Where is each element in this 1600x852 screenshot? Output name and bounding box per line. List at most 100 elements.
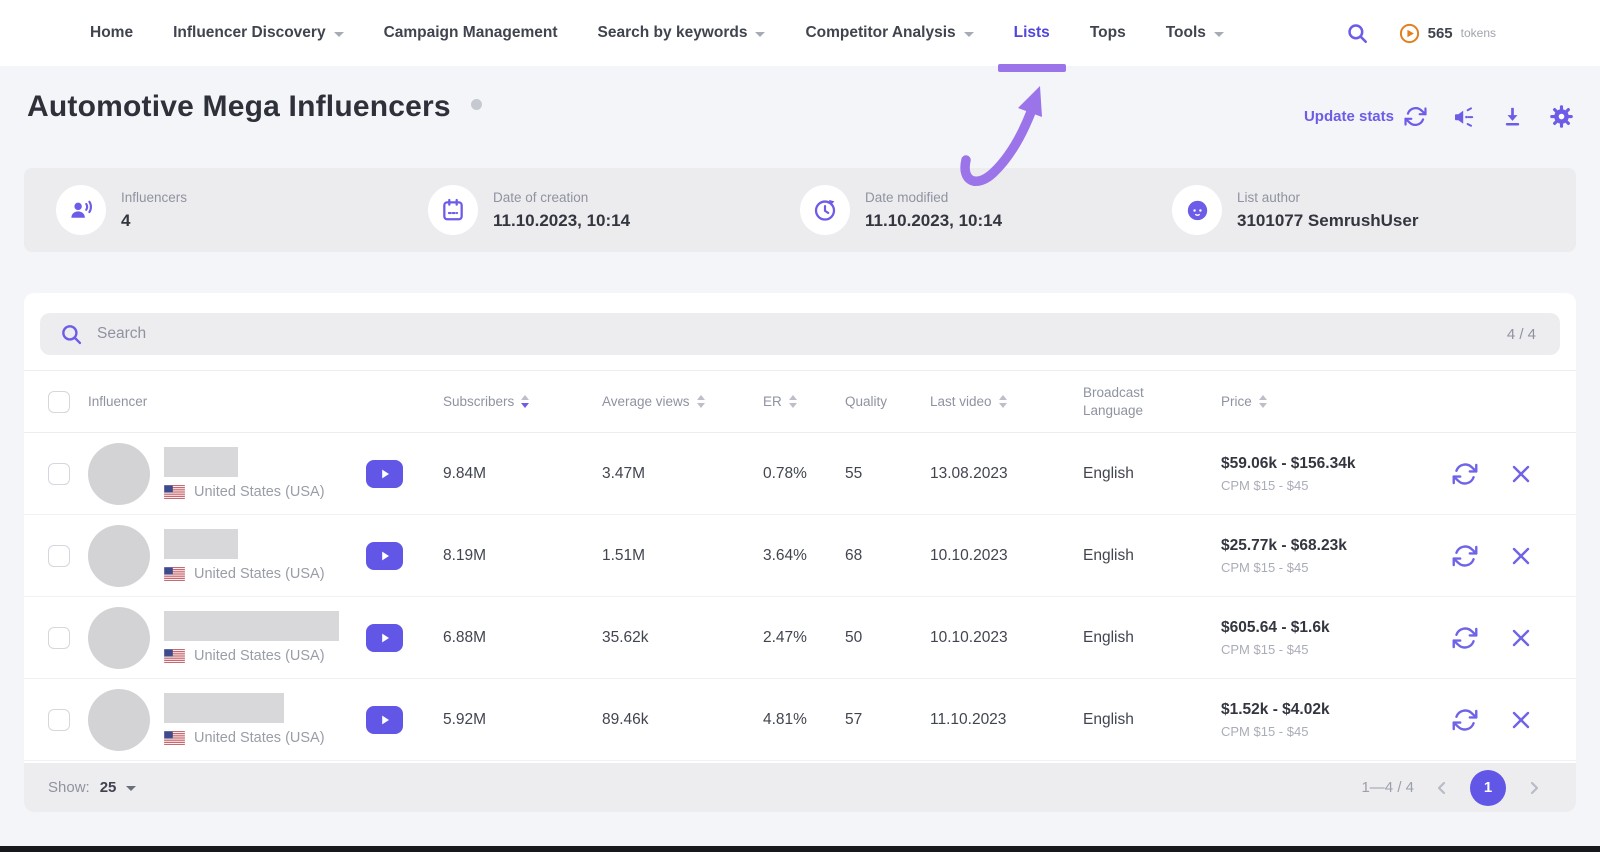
youtube-play-button[interactable] <box>366 542 403 570</box>
column-er-sort[interactable]: ER <box>763 394 845 409</box>
last-video-value: 13.08.2023 <box>930 465 1083 483</box>
youtube-play-button[interactable] <box>366 706 403 734</box>
row-refresh-icon[interactable] <box>1452 461 1478 487</box>
influencer-name-redacted <box>164 529 238 559</box>
influencer-country: United States (USA) <box>194 566 325 582</box>
nav-item-competitor-analysis[interactable]: Competitor Analysis <box>805 24 973 42</box>
quality-value: 55 <box>845 465 930 483</box>
last-video-value: 10.10.2023 <box>930 629 1083 647</box>
token-icon <box>1399 23 1420 44</box>
summary-date-modified: Date modified 11.10.2023, 10:14 <box>800 185 1172 235</box>
average-views-value: 89.46k <box>602 711 763 729</box>
influencer-name-redacted <box>164 447 238 477</box>
youtube-play-button[interactable] <box>366 624 403 652</box>
column-broadcast-language: Broadcast Language <box>1083 384 1221 419</box>
nav-item-lists[interactable]: Lists <box>1014 24 1050 42</box>
select-all-checkbox[interactable] <box>48 391 70 413</box>
page-title: Automotive Mega Influencers <box>27 90 482 124</box>
column-price-sort[interactable]: Price <box>1221 394 1404 409</box>
row-refresh-icon[interactable] <box>1452 707 1478 733</box>
search-result-counter: 4 / 4 <box>1507 326 1536 343</box>
quality-value: 57 <box>845 711 930 729</box>
influencer-country: United States (USA) <box>194 484 325 500</box>
cpm-value: CPM $15 - $45 <box>1221 724 1404 739</box>
play-icon <box>379 714 391 726</box>
subscribers-value: 8.19M <box>443 547 602 565</box>
nav-item-tools[interactable]: Tools <box>1166 24 1224 42</box>
column-subscribers-sort[interactable]: Subscribers <box>443 394 602 409</box>
influencer-list-card: 4 / 4 Influencer Subscribers Average vie… <box>24 293 1576 812</box>
page-1-button[interactable]: 1 <box>1470 770 1506 806</box>
pagination: 1—4 / 4 1 <box>1361 770 1542 806</box>
nav-item-campaign-management[interactable]: Campaign Management <box>384 24 558 42</box>
influencer-analytics-app: Home Influencer Discovery Campaign Manag… <box>0 0 1600 852</box>
subscribers-value: 9.84M <box>443 465 602 483</box>
nav-right-cluster: 565 tokens <box>1346 22 1496 45</box>
last-video-value: 11.10.2023 <box>930 711 1083 729</box>
row-remove-icon[interactable] <box>1510 545 1532 567</box>
prev-page-icon[interactable] <box>1434 780 1450 796</box>
row-checkbox[interactable] <box>48 463 70 485</box>
top-nav: Home Influencer Discovery Campaign Manag… <box>0 0 1600 66</box>
play-icon <box>379 550 391 562</box>
table-row: United States (USA) 8.19M 1.51M 3.64% 68… <box>24 515 1576 597</box>
update-stats-button[interactable]: Update stats <box>1304 105 1427 128</box>
download-icon[interactable] <box>1501 105 1524 128</box>
cpm-value: CPM $15 - $45 <box>1221 560 1404 575</box>
row-remove-icon[interactable] <box>1510 627 1532 649</box>
avatar <box>88 443 150 505</box>
nav-item-influencer-discovery[interactable]: Influencer Discovery <box>173 24 343 42</box>
influencer-country: United States (USA) <box>194 730 325 746</box>
summary-influencers: Influencers 4 <box>56 185 428 235</box>
row-checkbox[interactable] <box>48 709 70 731</box>
er-value: 3.64% <box>763 547 845 565</box>
last-video-value: 10.10.2023 <box>930 547 1083 565</box>
influencers-icon <box>56 185 106 235</box>
search-input[interactable] <box>97 325 1493 343</box>
column-last-video-sort[interactable]: Last video <box>930 394 1083 409</box>
column-average-views-sort[interactable]: Average views <box>602 394 763 409</box>
table-body: United States (USA) 9.84M 3.47M 0.78% 55… <box>24 433 1576 761</box>
youtube-play-button[interactable] <box>366 460 403 488</box>
avatar <box>88 689 150 751</box>
influencer-country: United States (USA) <box>194 648 325 664</box>
megaphone-icon[interactable] <box>1452 105 1476 129</box>
nav-item-search-by-keywords[interactable]: Search by keywords <box>598 24 766 42</box>
search-bar: 4 / 4 <box>40 313 1560 355</box>
subscribers-value: 6.88M <box>443 629 602 647</box>
refresh-icon <box>1404 105 1427 128</box>
row-remove-icon[interactable] <box>1510 463 1532 485</box>
settings-gear-icon[interactable] <box>1549 104 1574 129</box>
cpm-value: CPM $15 - $45 <box>1221 642 1404 657</box>
average-views-value: 35.62k <box>602 629 763 647</box>
row-refresh-icon[interactable] <box>1452 625 1478 651</box>
title-status-dot <box>471 99 482 110</box>
summary-date-of-creation: Date of creation 11.10.2023, 10:14 <box>428 185 800 235</box>
next-page-icon[interactable] <box>1526 780 1542 796</box>
er-value: 2.47% <box>763 629 845 647</box>
price-range-value: $59.06k - $156.34k <box>1221 455 1404 473</box>
usa-flag-icon <box>164 649 185 663</box>
price-range-value: $605.64 - $1.6k <box>1221 619 1404 637</box>
avatar <box>88 525 150 587</box>
er-value: 0.78% <box>763 465 845 483</box>
row-refresh-icon[interactable] <box>1452 543 1478 569</box>
row-checkbox[interactable] <box>48 627 70 649</box>
row-checkbox[interactable] <box>48 545 70 567</box>
broadcast-language-value: English <box>1083 547 1221 565</box>
usa-flag-icon <box>164 485 185 499</box>
nav-item-home[interactable]: Home <box>90 24 133 42</box>
nav-item-tops[interactable]: Tops <box>1090 24 1126 42</box>
broadcast-language-value: English <box>1083 629 1221 647</box>
avatar <box>88 607 150 669</box>
page-size-dropdown[interactable]: Show: 25 <box>48 779 136 796</box>
chevron-down-icon <box>334 32 344 37</box>
pagination-range: 1—4 / 4 <box>1361 779 1414 796</box>
row-remove-icon[interactable] <box>1510 709 1532 731</box>
tokens-balance[interactable]: 565 tokens <box>1399 23 1496 44</box>
search-icon[interactable] <box>1346 22 1369 45</box>
calendar-icon <box>428 185 478 235</box>
history-icon <box>800 185 850 235</box>
column-influencer: Influencer <box>88 394 443 409</box>
er-value: 4.81% <box>763 711 845 729</box>
